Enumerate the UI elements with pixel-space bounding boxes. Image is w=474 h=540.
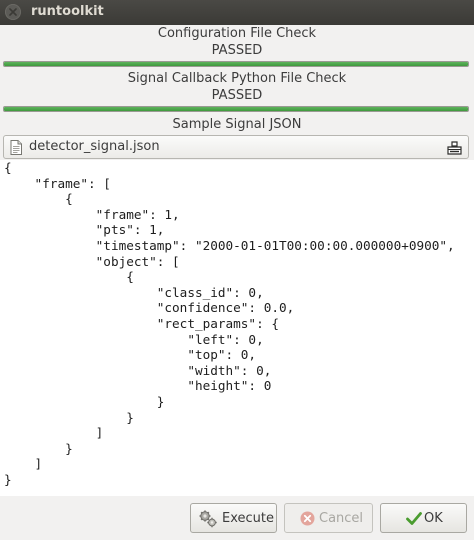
callback-check-progress [3, 106, 469, 112]
cancel-icon [300, 511, 315, 530]
callback-check-label: Signal Callback Python File Check [127, 71, 347, 86]
open-file-button[interactable] [447, 140, 462, 159]
checkmark-icon [406, 511, 422, 530]
sample-signal-label: Sample Signal JSON [172, 117, 302, 132]
close-button[interactable] [5, 4, 21, 20]
gears-icon [198, 510, 218, 532]
window-title: runtoolkit [31, 4, 104, 19]
cancel-label: Cancel [319, 511, 364, 526]
callback-check-progress-fill [4, 107, 468, 111]
config-check-status: PASSED [211, 43, 263, 58]
cancel-button[interactable]: Cancel [284, 503, 373, 533]
ok-button[interactable]: OK [380, 503, 467, 533]
callback-check-status: PASSED [211, 88, 263, 103]
open-file-icon [447, 141, 462, 155]
config-check-progress-fill [4, 62, 468, 66]
json-content: { "frame": [ { "frame": 1, "pts": 1, "ti… [4, 160, 455, 487]
close-icon [9, 8, 17, 16]
title-bar: runtoolkit [0, 0, 474, 25]
config-check-progress [3, 61, 469, 67]
ok-label: OK [424, 511, 443, 526]
file-chooser[interactable]: detector_signal.json [3, 135, 469, 159]
json-text-view[interactable]: { "frame": [ { "frame": 1, "pts": 1, "ti… [0, 160, 474, 496]
execute-button[interactable]: Execute [190, 503, 277, 533]
execute-label: Execute [222, 511, 274, 526]
file-name: detector_signal.json [29, 139, 160, 154]
file-icon [10, 140, 22, 159]
config-check-label: Configuration File Check [157, 26, 317, 41]
